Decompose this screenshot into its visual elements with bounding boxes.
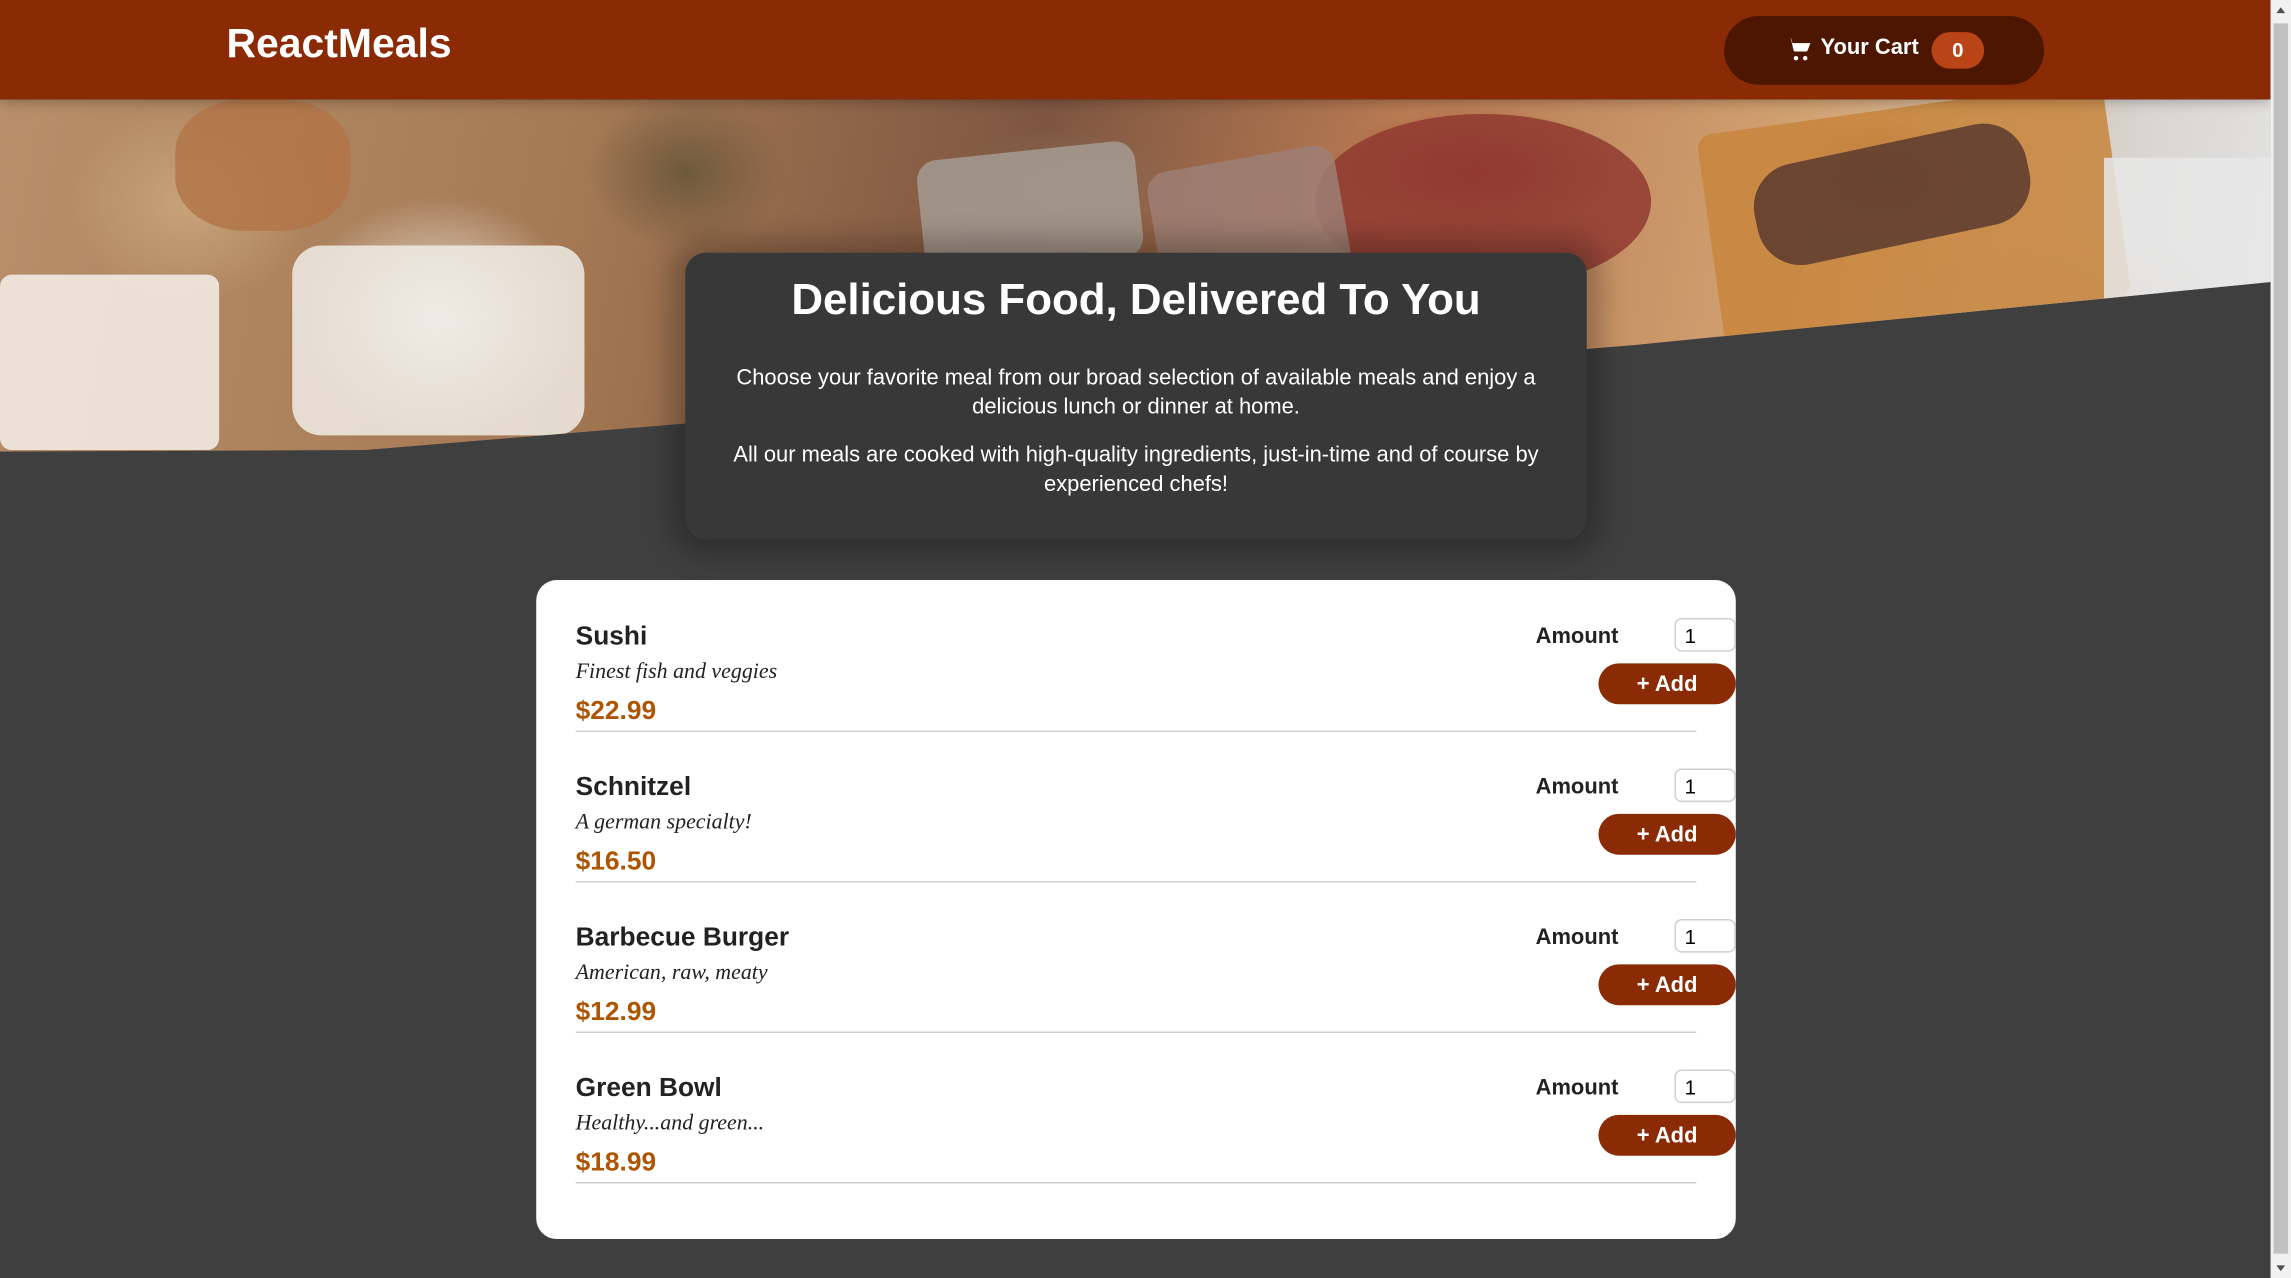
add-button[interactable]: + Add xyxy=(1598,1114,1736,1156)
meal-name: Sushi xyxy=(575,620,648,651)
brand-title: ReactMeals xyxy=(226,20,452,66)
add-button[interactable]: + Add xyxy=(1598,813,1736,855)
amount-label: Amount xyxy=(1535,1075,1619,1101)
cart-label: Your Cart xyxy=(1820,35,1919,60)
cart-button[interactable]: Your Cart 0 xyxy=(1724,16,2045,85)
amount-label: Amount xyxy=(1535,924,1619,950)
meal-price: $12.99 xyxy=(575,996,657,1026)
scrollbar-thumb[interactable] xyxy=(2273,23,2289,1254)
amount-input[interactable] xyxy=(1674,1069,1736,1104)
amount-label: Amount xyxy=(1535,623,1619,649)
scroll-down-arrow-icon[interactable] xyxy=(2271,1258,2291,1278)
meal-name: Schnitzel xyxy=(575,771,692,801)
meal-description: American, raw, meaty xyxy=(575,961,768,985)
meal-item: Sushi Finest fish and veggies $22.99 Amo… xyxy=(575,580,1736,733)
cart-icon xyxy=(1786,37,1811,61)
meal-price: $22.99 xyxy=(575,695,657,725)
meal-item: Schnitzel A german specialty! $16.50 Amo… xyxy=(575,731,1736,883)
hero-bread xyxy=(175,99,351,231)
meal-description: Healthy...and green... xyxy=(575,1111,765,1136)
meal-description: A german specialty! xyxy=(575,810,752,835)
page-scale: ReactMeals Your Cart 0 Delicious Food, D… xyxy=(0,0,2291,1278)
summary-paragraph-2: All our meals are cooked with high-quali… xyxy=(733,442,1539,497)
meal-item: Barbecue Burger American, raw, meaty $12… xyxy=(575,881,1736,1033)
amount-input[interactable] xyxy=(1674,768,1736,803)
app-header: ReactMeals Your Cart 0 xyxy=(0,0,2271,100)
amount-label: Amount xyxy=(1535,774,1619,800)
meal-price: $18.99 xyxy=(575,1146,657,1177)
cart-count-badge: 0 xyxy=(1931,32,1985,69)
vertical-scrollbar[interactable] xyxy=(2270,0,2291,1278)
summary-card: Delicious Food, Delivered To You Choose … xyxy=(685,252,1587,540)
summary-paragraph-1: Choose your favorite meal from our broad… xyxy=(736,365,1536,420)
summary-title: Delicious Food, Delivered To You xyxy=(791,276,1481,325)
hero-napkins xyxy=(0,274,220,451)
amount-input[interactable] xyxy=(1674,919,1736,953)
add-button[interactable]: + Add xyxy=(1598,663,1736,705)
add-button[interactable]: + Add xyxy=(1598,964,1736,1006)
amount-input[interactable] xyxy=(1674,618,1736,652)
meal-description: Finest fish and veggies xyxy=(575,660,778,684)
viewport: ReactMeals Your Cart 0 Delicious Food, D… xyxy=(0,0,2271,1278)
meal-name: Barbecue Burger xyxy=(575,921,790,952)
meal-price: $16.50 xyxy=(575,845,657,876)
meal-name: Green Bowl xyxy=(575,1072,722,1102)
scroll-up-arrow-icon[interactable] xyxy=(2271,0,2291,20)
hero-cups xyxy=(292,245,585,436)
meal-item: Green Bowl Healthy...and green... $18.99… xyxy=(575,1032,1736,1184)
meals-list-card: Sushi Finest fish and veggies $22.99 Amo… xyxy=(536,580,1736,1240)
hero-tablecloth xyxy=(2103,157,2271,334)
